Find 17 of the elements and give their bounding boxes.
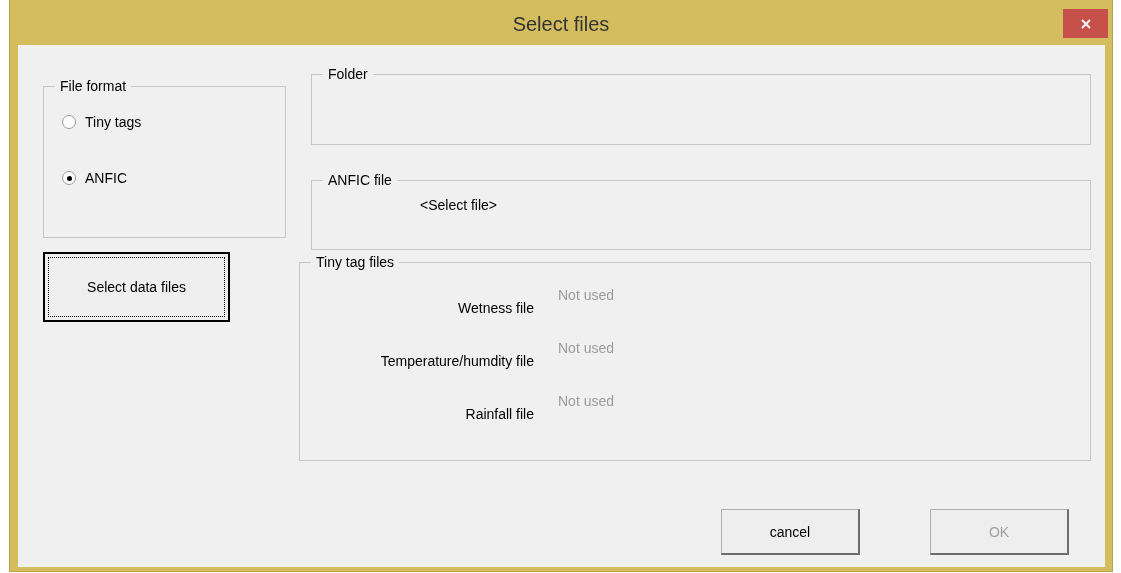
file-status: Not used	[558, 340, 615, 356]
close-icon	[1079, 17, 1092, 30]
file-status: Not used	[558, 287, 615, 303]
radio-button[interactable]	[62, 171, 76, 185]
field-label: Wetness file	[457, 300, 534, 316]
radio-option[interactable]: Tiny tags	[62, 114, 142, 130]
close-button[interactable]	[1063, 9, 1108, 38]
dialog-button[interactable]: cancel	[721, 509, 860, 555]
window-title: Select files	[512, 13, 610, 36]
group-label: Tiny tag files	[311, 253, 400, 271]
file-status: Not used	[558, 393, 615, 409]
radio-button[interactable]	[62, 115, 76, 129]
select-data-files-button[interactable]: Select data files	[43, 252, 230, 322]
field-label: Rainfall file	[464, 406, 534, 422]
file-path-label: <Select file>	[420, 197, 498, 213]
radio-option[interactable]: ANFIC	[62, 170, 127, 186]
field-label: Temperature/humdity file	[379, 353, 534, 369]
